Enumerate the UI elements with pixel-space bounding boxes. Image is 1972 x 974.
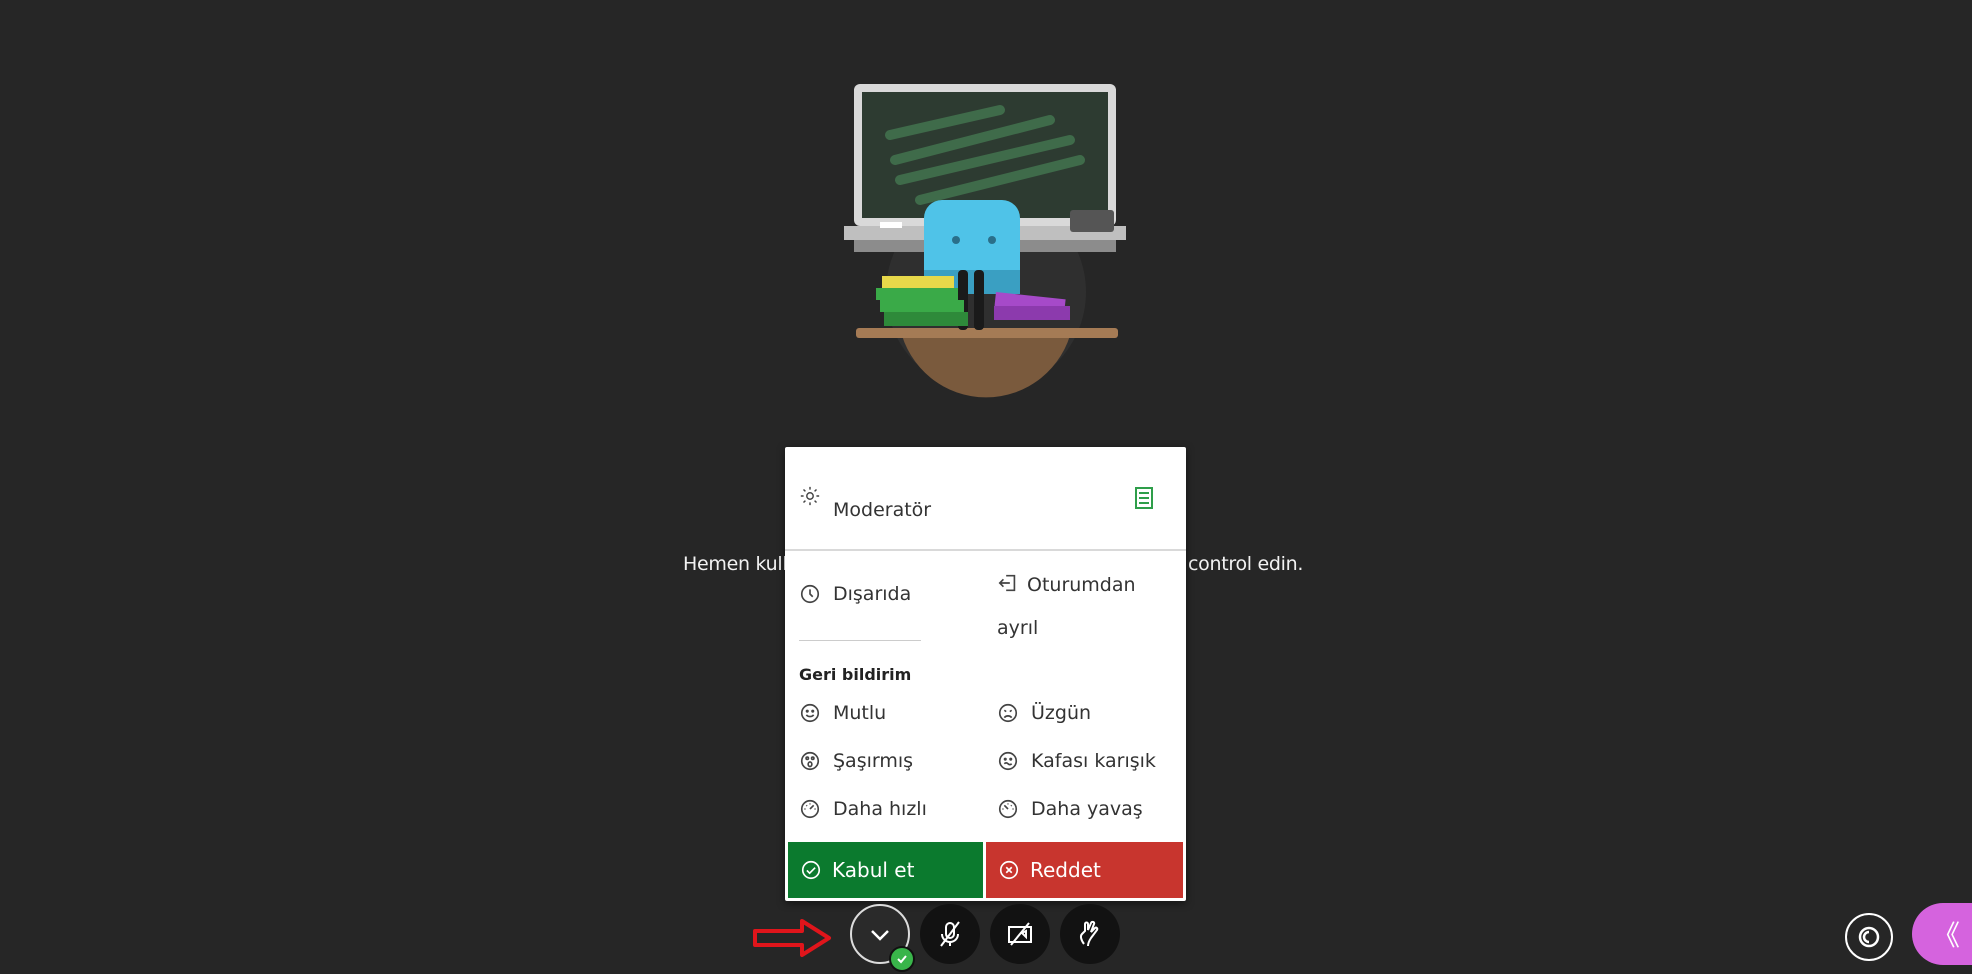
sad-icon [998, 703, 1018, 723]
check-icon [897, 955, 907, 964]
happy-icon [800, 703, 820, 723]
welcome-text-start: Hemen kulla [683, 553, 799, 575]
feedback-title: Geri bildirim [799, 665, 912, 684]
menu-divider [799, 640, 921, 641]
welcome-text-end: control edin. [1188, 553, 1304, 575]
leave-label-line1: Oturumdan [1027, 574, 1136, 596]
collaborate-panel-toggle[interactable]: 《 [1912, 903, 1972, 965]
leave-label-line2: ayrıl [997, 617, 1039, 639]
feedback-happy[interactable]: Mutlu [799, 702, 886, 724]
status-away[interactable]: Dışarıda [799, 583, 911, 605]
feedback-sad[interactable]: Üzgün [997, 702, 1091, 724]
leave-session-button[interactable]: Oturumdan ayrıl [997, 564, 1167, 650]
captions-icon [1858, 926, 1880, 948]
classroom-illustration [844, 84, 1126, 398]
avatar-icon [871, 930, 889, 941]
feedback-surprised[interactable]: Şaşırmış [799, 750, 913, 772]
feedback-happy-label: Mutlu [833, 702, 887, 724]
feedback-faster[interactable]: Daha hızlı [799, 798, 927, 820]
reject-button[interactable]: Reddet [986, 842, 1183, 898]
feedback-slower-label: Daha yavaş [1031, 798, 1143, 820]
reject-label: Reddet [1030, 858, 1101, 882]
microphone-button[interactable] [920, 904, 980, 964]
surprised-icon [800, 751, 820, 771]
status-ok-badge [889, 946, 915, 972]
accept-icon [801, 860, 821, 880]
status-menu: Moderatör Dışarıda Oturumdan ayrıl Geri … [785, 447, 1186, 901]
camera-button[interactable] [990, 904, 1050, 964]
confused-icon [998, 751, 1018, 771]
feedback-slower[interactable]: Daha yavaş [997, 798, 1143, 820]
slower-icon [998, 799, 1018, 819]
faster-icon [800, 799, 820, 819]
captions-button[interactable] [1845, 913, 1893, 961]
status-away-label: Dışarıda [833, 583, 912, 605]
reject-icon [999, 860, 1019, 880]
feedback-surprised-label: Şaşırmış [833, 750, 914, 772]
raise-hand-icon [1079, 920, 1099, 947]
accept-button[interactable]: Kabul et [788, 842, 983, 898]
panel-toggle-icon: 《 [1932, 920, 1961, 951]
role-label: Moderatör [833, 499, 932, 521]
menu-header: Moderatör [785, 447, 1186, 551]
list-icon[interactable] [1135, 487, 1153, 509]
feedback-sad-label: Üzgün [1031, 702, 1092, 724]
feedback-faster-label: Daha hızlı [833, 798, 927, 820]
feedback-confused[interactable]: Kafası karışık [997, 750, 1156, 772]
leave-icon [998, 574, 1016, 592]
feedback-confused-label: Kafası karışık [1031, 750, 1156, 772]
camera-off-icon [1008, 922, 1032, 946]
clock-icon [800, 584, 820, 604]
accept-label: Kabul et [832, 858, 915, 882]
pointer-arrow [753, 919, 831, 957]
mic-muted-icon [940, 921, 960, 947]
gear-icon [800, 486, 820, 506]
raise-hand-button[interactable] [1060, 904, 1120, 964]
